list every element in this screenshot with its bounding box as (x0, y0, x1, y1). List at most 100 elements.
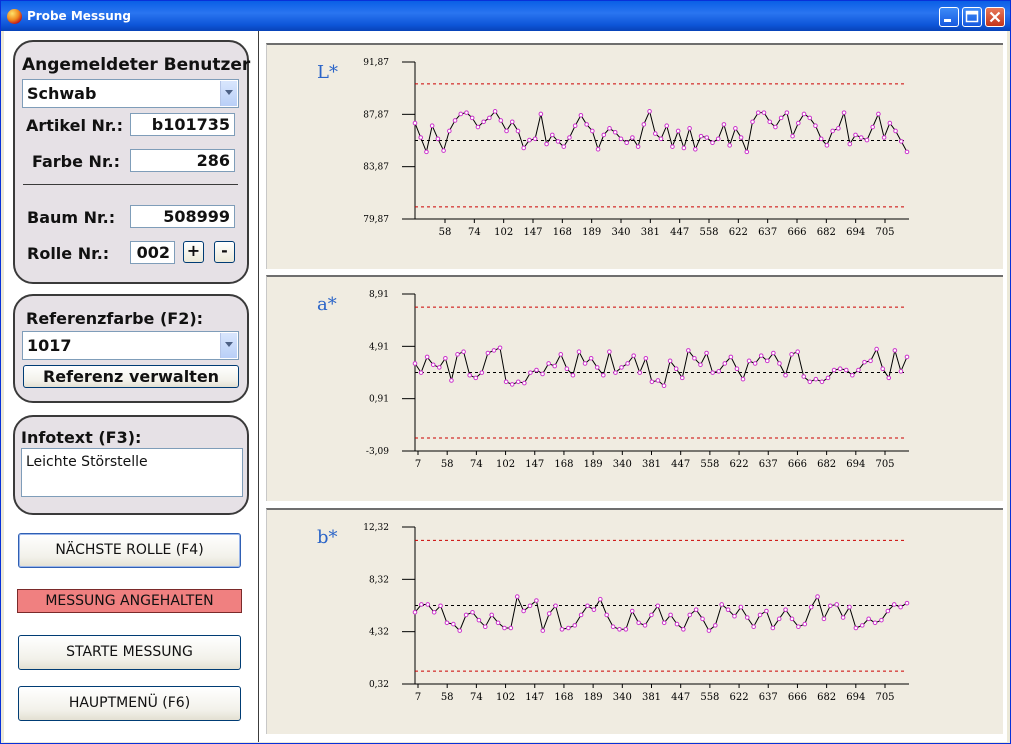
data-point (658, 136, 664, 142)
x-tick-label: 381 (642, 692, 661, 703)
data-point (893, 128, 898, 134)
close-icon (989, 11, 1001, 23)
manage-reference-button[interactable]: Referenz verwalten (23, 365, 239, 388)
data-point (693, 607, 699, 612)
chart-panel-l: L* 91,87 87,87 83,87 79,87 58 74 102 147 168 189 34… (266, 43, 1003, 269)
data-point (546, 611, 552, 616)
data-point (567, 135, 572, 140)
data-point (836, 126, 841, 131)
data-point (700, 616, 705, 622)
data-point (451, 621, 456, 627)
increment-roll-button[interactable]: + (183, 241, 204, 263)
x-tick-label: 694 (846, 227, 865, 238)
series-line (414, 594, 908, 633)
data-point (607, 126, 612, 131)
dropdown-arrow-button[interactable] (220, 333, 237, 358)
baum-label: Baum Nr.: (27, 208, 116, 227)
data-point (847, 604, 852, 610)
data-point (424, 354, 430, 360)
data-point (825, 375, 831, 381)
title-bar[interactable]: Probe Messung (1, 1, 1010, 31)
dropdown-arrow-button[interactable] (220, 81, 237, 106)
data-point (607, 349, 612, 354)
minimize-button[interactable] (939, 7, 959, 27)
data-point (504, 128, 509, 134)
data-point (458, 111, 464, 117)
data-point (508, 625, 514, 631)
x-tick-label: 102 (496, 459, 515, 470)
rolle-label: Rolle Nr.: (27, 244, 110, 263)
data-point (840, 615, 846, 620)
data-point (847, 141, 853, 147)
user-select[interactable]: Schwab (22, 79, 239, 108)
data-point (664, 123, 670, 129)
data-point (828, 603, 833, 609)
x-tick-label: 189 (584, 692, 603, 703)
x-tick-label: 168 (554, 459, 573, 470)
data-point (538, 111, 544, 117)
data-point (412, 120, 418, 126)
data-point (635, 144, 641, 149)
reference-select[interactable]: 1017 (22, 331, 239, 360)
data-point (476, 617, 482, 623)
x-tick-label: 147 (525, 459, 544, 470)
data-point (808, 604, 814, 610)
data-point (475, 124, 481, 130)
data-point (859, 623, 865, 628)
data-point (831, 367, 837, 373)
next-roll-button[interactable]: NÄCHSTE ROLLE (F4) (18, 533, 241, 568)
data-point (637, 370, 643, 375)
data-point (853, 132, 858, 138)
x-tick-label: 637 (759, 459, 778, 470)
data-point (595, 146, 601, 152)
data-point (744, 149, 750, 155)
data-point (722, 361, 728, 366)
x-tick-label: 694 (846, 459, 865, 470)
data-point (734, 366, 740, 372)
data-point (641, 122, 647, 127)
data-point (455, 352, 460, 357)
data-point (796, 624, 801, 629)
close-button[interactable] (985, 7, 1005, 27)
x-tick-label: 447 (671, 459, 690, 470)
data-point (514, 594, 520, 599)
data-point (534, 598, 539, 603)
data-point (600, 372, 606, 378)
maximize-button[interactable] (962, 7, 982, 27)
x-tick-label: 102 (496, 692, 515, 703)
start-measurement-button[interactable]: STARTE MESSUNG (18, 635, 241, 670)
data-point (661, 383, 667, 389)
data-point (652, 131, 658, 136)
data-point (778, 115, 784, 121)
data-point (566, 625, 571, 631)
data-point (418, 135, 424, 140)
data-point (904, 600, 910, 606)
x-tick-label: 447 (671, 692, 690, 703)
data-point (898, 369, 904, 374)
data-point (864, 137, 870, 143)
data-point (515, 379, 521, 385)
data-point (425, 602, 431, 607)
x-tick-label: 74 (470, 459, 483, 470)
data-point (790, 133, 795, 139)
data-point (789, 616, 795, 622)
info-text-field[interactable]: Leichte Störstelle (21, 448, 243, 497)
x-tick-label: 558 (700, 692, 719, 703)
data-point (431, 610, 437, 615)
data-point (601, 132, 607, 138)
data-point (521, 608, 526, 614)
data-point (469, 115, 475, 121)
main-menu-button[interactable]: HAUPTMENÜ (F6) (18, 686, 241, 721)
decrement-roll-button[interactable]: - (214, 241, 235, 263)
farbe-field[interactable]: 286 (130, 149, 235, 172)
data-point (874, 346, 879, 352)
baum-field[interactable]: 508999 (130, 205, 235, 228)
data-point (585, 603, 590, 609)
artikel-field[interactable]: b101735 (130, 113, 235, 136)
data-point (522, 380, 527, 386)
data-point (698, 133, 704, 139)
rolle-field[interactable]: 002 (130, 241, 175, 264)
data-point (444, 620, 450, 626)
x-tick-label: 666 (788, 692, 807, 703)
x-tick-label: 682 (817, 459, 836, 470)
